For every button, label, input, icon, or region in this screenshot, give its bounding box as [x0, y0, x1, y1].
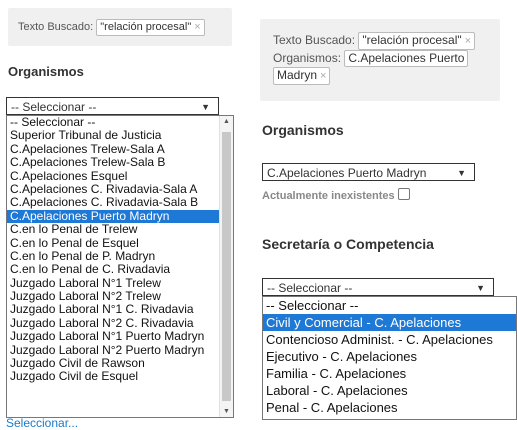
organismo-chip-continued[interactable]: Madryn × [273, 67, 331, 85]
organismos-option[interactable]: C.Apelaciones C. Rivadavia-Sala B [7, 195, 233, 209]
organismos-option[interactable]: Juzgado Laboral N°2 Trelew [7, 289, 233, 303]
organismos-option[interactable]: C.Apelaciones C. Rivadavia-Sala A [7, 182, 233, 196]
organismos-option[interactable]: Superior Tribunal de Justicia [7, 128, 233, 142]
chevron-down-icon: ▼ [201, 102, 210, 112]
right-filter-text: Texto Buscado: "relación procesal" × Orga… [273, 32, 495, 85]
secretaria-option[interactable]: Penal - C. Apelaciones [263, 399, 516, 416]
organismo-chip[interactable]: C.Apelaciones Puerto [344, 50, 469, 67]
remove-chip-icon[interactable]: × [465, 35, 471, 47]
organismos-option[interactable]: -- Seleccionar -- [7, 116, 233, 129]
organismos-option[interactable]: Juzgado Laboral N°1 C. Rivadavia [7, 303, 233, 317]
inexistentes-label: Actualmente inexistentes [262, 188, 410, 202]
organismos-filter-label: Organismos: [273, 51, 342, 65]
search-text-label: Texto Buscado: [273, 33, 356, 47]
search-text-chip[interactable]: "relación procesal" × [96, 19, 205, 36]
organismos-option[interactable]: C.Apelaciones Trelew-Sala B [7, 155, 233, 169]
organismos-heading-right: Organismos [262, 122, 344, 138]
chevron-down-icon: ▼ [457, 168, 466, 178]
secretaria-dropdown-list[interactable]: -- Seleccionar -- Civil y Comercial - C. … [262, 296, 517, 420]
secretaria-select[interactable]: -- Seleccionar -- ▼ [262, 278, 494, 296]
remove-chip-icon[interactable]: × [194, 21, 200, 33]
organismos-dropdown-list[interactable]: -- Seleccionar -- Superior Tribunal de Ju… [6, 115, 234, 418]
chevron-down-icon: ▼ [476, 283, 485, 293]
seleccionar-link[interactable]: Seleccionar... [6, 416, 78, 430]
organismos-option[interactable]: Juzgado Civil de Esquel [7, 370, 233, 384]
organismos-option[interactable]: Juzgado Laboral N°1 Trelew [7, 276, 233, 290]
inexistentes-checkbox[interactable] [397, 188, 410, 200]
organismos-option[interactable]: Juzgado Laboral N°1 Puerto Madryn [7, 329, 233, 343]
organismos-option[interactable]: C.en lo Penal de Esquel [7, 236, 233, 250]
secretaria-option[interactable]: Laboral - C. Apelaciones [263, 382, 516, 399]
secretaria-heading: Secretaría o Competencia [262, 236, 434, 252]
right-filter-panel: Texto Buscado: "relación procesal" × Orga… [260, 19, 500, 101]
remove-chip-icon[interactable]: × [320, 70, 326, 82]
organismos-select[interactable]: -- Seleccionar -- ▼ [6, 97, 219, 115]
organismos-option[interactable]: Juzgado Laboral N°2 C. Rivadavia [7, 316, 233, 330]
secretaria-option[interactable]: -- Seleccionar -- [263, 297, 516, 314]
organismos-option[interactable]: Juzgado Civil de Rawson [7, 356, 233, 370]
dropdown-scrollbar[interactable]: ▲ ▼ [219, 116, 233, 417]
secretaria-options: -- Seleccionar -- Civil y Comercial - C. … [263, 297, 516, 416]
scroll-down-icon[interactable]: ▼ [220, 408, 233, 415]
organismos-option[interactable]: C.en lo Penal de C. Rivadavia [7, 262, 233, 276]
secretaria-option[interactable]: Civil y Comercial - C. Apelaciones [263, 314, 516, 331]
organismos-heading: Organismos [8, 64, 84, 79]
secretaria-option[interactable]: Familia - C. Apelaciones [263, 365, 516, 382]
organismos-option[interactable]: Juzgado Laboral N°2 Puerto Madryn [7, 343, 233, 357]
organismos-option[interactable]: C.Apelaciones Esquel [7, 169, 233, 183]
secretaria-option[interactable]: Contencioso Administ. - C. Apelaciones [263, 331, 516, 348]
search-text-chip[interactable]: "relación procesal" × [358, 32, 476, 50]
organismos-option[interactable]: C.Apelaciones Puerto Madryn [7, 209, 233, 224]
organismos-option[interactable]: C.en lo Penal de P. Madryn [7, 249, 233, 263]
left-filter-text: Texto Buscado: "relación procesal" × [18, 19, 205, 36]
organismos-option[interactable]: C.en lo Penal de Trelew [7, 222, 233, 236]
organismos-option[interactable]: C.Apelaciones Trelew-Sala A [7, 142, 233, 156]
scroll-up-icon[interactable]: ▲ [220, 118, 233, 125]
organismos-options: -- Seleccionar -- Superior Tribunal de Ju… [7, 116, 233, 384]
search-text-label: Texto Buscado: [18, 21, 94, 33]
left-filter-panel: Texto Buscado: "relación procesal" × [8, 8, 232, 46]
scrollbar-thumb[interactable] [222, 132, 231, 401]
organismos-select-right[interactable]: C.Apelaciones Puerto Madryn ▼ [262, 163, 475, 181]
secretaria-option[interactable]: Ejecutivo - C. Apelaciones [263, 348, 516, 365]
